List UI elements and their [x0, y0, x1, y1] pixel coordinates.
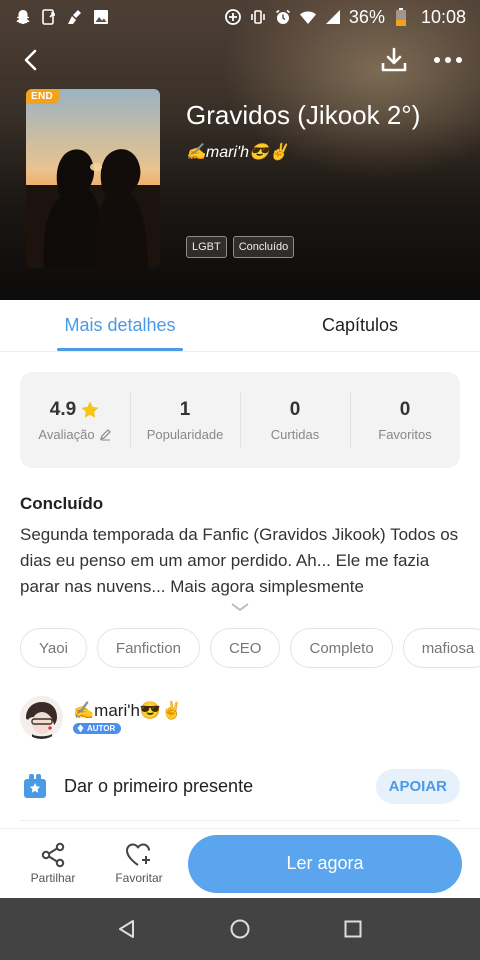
- nav-back-button[interactable]: [107, 909, 147, 949]
- triangle-back-icon: [118, 920, 134, 938]
- alarm-icon: [274, 8, 292, 26]
- signal-icon: [324, 8, 342, 26]
- book-tags: LGBT Concluído: [186, 236, 295, 258]
- favorite-label: Favoritar: [115, 871, 163, 885]
- nav-recents-button[interactable]: [333, 909, 373, 949]
- synopsis-text[interactable]: Segunda temporada da Fanfic (Gravidos Ji…: [20, 522, 460, 600]
- popularity-label: Popularidade: [146, 426, 224, 442]
- likes-label: Curtidas: [270, 426, 320, 442]
- divider: [20, 820, 460, 821]
- stat-rating[interactable]: 4.9 Avaliação: [20, 392, 130, 448]
- book-cover[interactable]: END: [26, 89, 160, 268]
- gift-icon: [20, 771, 50, 801]
- gallery-icon: [92, 8, 110, 26]
- rating-value: 4.9: [49, 398, 77, 420]
- tab-more-details[interactable]: Mais detalhes: [0, 300, 240, 351]
- wifi-icon: [299, 8, 317, 26]
- author-name[interactable]: ✍mari'h😎✌: [73, 701, 182, 721]
- stats-card: 4.9 Avaliação 1 Popularidade 0 Curtidas …: [20, 372, 460, 468]
- status-bar: 36% 10:08: [0, 0, 480, 34]
- back-arrow-icon: [24, 49, 37, 71]
- gift-text: Dar o primeiro presente: [64, 775, 254, 796]
- square-recents-icon: [344, 920, 362, 938]
- read-now-button[interactable]: Ler agora: [188, 834, 462, 893]
- nav-home-button[interactable]: [220, 909, 260, 949]
- bottom-action-bar: Partilhar Favoritar Ler agora: [0, 828, 480, 898]
- back-button[interactable]: [16, 45, 46, 75]
- battery-icon: [392, 8, 410, 26]
- tag-chip-yaoi[interactable]: Yaoi: [20, 628, 87, 668]
- author-badge-label: AUTOR: [87, 723, 116, 733]
- favorites-label: Favoritos: [378, 426, 432, 442]
- gift-row: Dar o primeiro presente APOIAR: [0, 768, 480, 804]
- share-label: Partilhar: [30, 871, 76, 885]
- pen-icon: [77, 724, 84, 732]
- support-button[interactable]: APOIAR: [375, 768, 460, 804]
- favorites-value: 0: [399, 398, 411, 420]
- heart-plus-icon: [126, 843, 150, 866]
- circle-home-icon: [230, 919, 250, 939]
- tab-chapters[interactable]: Capítulos: [240, 300, 480, 351]
- expand-synopsis-button[interactable]: [0, 600, 480, 618]
- cover-illustration: [26, 149, 160, 268]
- author-row[interactable]: ✍mari'h😎✌ AUTOR: [0, 694, 480, 740]
- tag-chip-mafiosa[interactable]: mafiosa: [402, 628, 480, 668]
- genre-tags: Yaoi Fanfiction CEO Completo mafiosa: [0, 628, 480, 668]
- edit-icon: [99, 428, 111, 440]
- cleaner-icon: [66, 8, 84, 26]
- more-icon: [434, 57, 462, 63]
- book-title: Gravidos (Jikook 2°): [186, 100, 421, 130]
- vibrate-icon: [249, 8, 267, 26]
- battery-percent: 36%: [348, 6, 385, 27]
- clock: 10:08: [420, 6, 466, 27]
- download-icon: [381, 47, 407, 72]
- author-badge: AUTOR: [73, 722, 121, 734]
- author-avatar-image: [20, 695, 63, 739]
- book-header: 36% 10:08 END Gravidos (Jikook 2°) ✍mari…: [0, 0, 480, 300]
- tag-chip-fanfiction[interactable]: Fanfiction: [96, 628, 200, 668]
- end-badge: END: [26, 89, 61, 104]
- more-options-button[interactable]: [432, 44, 464, 76]
- device-sync-icon: [40, 8, 58, 26]
- tag-status: Concluído: [232, 236, 295, 258]
- tag-lgbt: LGBT: [186, 236, 227, 258]
- snapchat-icon: [14, 8, 32, 26]
- rating-label: Avaliação: [38, 426, 95, 442]
- data-saver-icon: [224, 8, 242, 26]
- stat-favorites: 0 Favoritos: [350, 392, 460, 448]
- popularity-value: 1: [179, 398, 191, 420]
- tag-chip-completo[interactable]: Completo: [290, 628, 393, 668]
- share-icon: [41, 842, 65, 868]
- download-button[interactable]: [378, 44, 410, 76]
- chevron-down-icon: [231, 603, 249, 612]
- stat-likes: 0 Curtidas: [240, 392, 350, 448]
- likes-value: 0: [289, 398, 301, 420]
- stat-popularity: 1 Popularidade: [130, 392, 240, 448]
- avatar[interactable]: [20, 695, 63, 739]
- system-nav-bar: [0, 898, 480, 960]
- tag-chip-ceo[interactable]: CEO: [209, 628, 281, 668]
- detail-tabs: Mais detalhes Capítulos: [0, 300, 480, 352]
- share-button[interactable]: Partilhar: [10, 842, 96, 885]
- star-icon: [81, 401, 99, 418]
- favorite-button[interactable]: Favoritar: [96, 842, 182, 885]
- book-author[interactable]: ✍mari'h😎✌: [186, 142, 289, 162]
- synopsis-status: Concluído: [20, 494, 104, 513]
